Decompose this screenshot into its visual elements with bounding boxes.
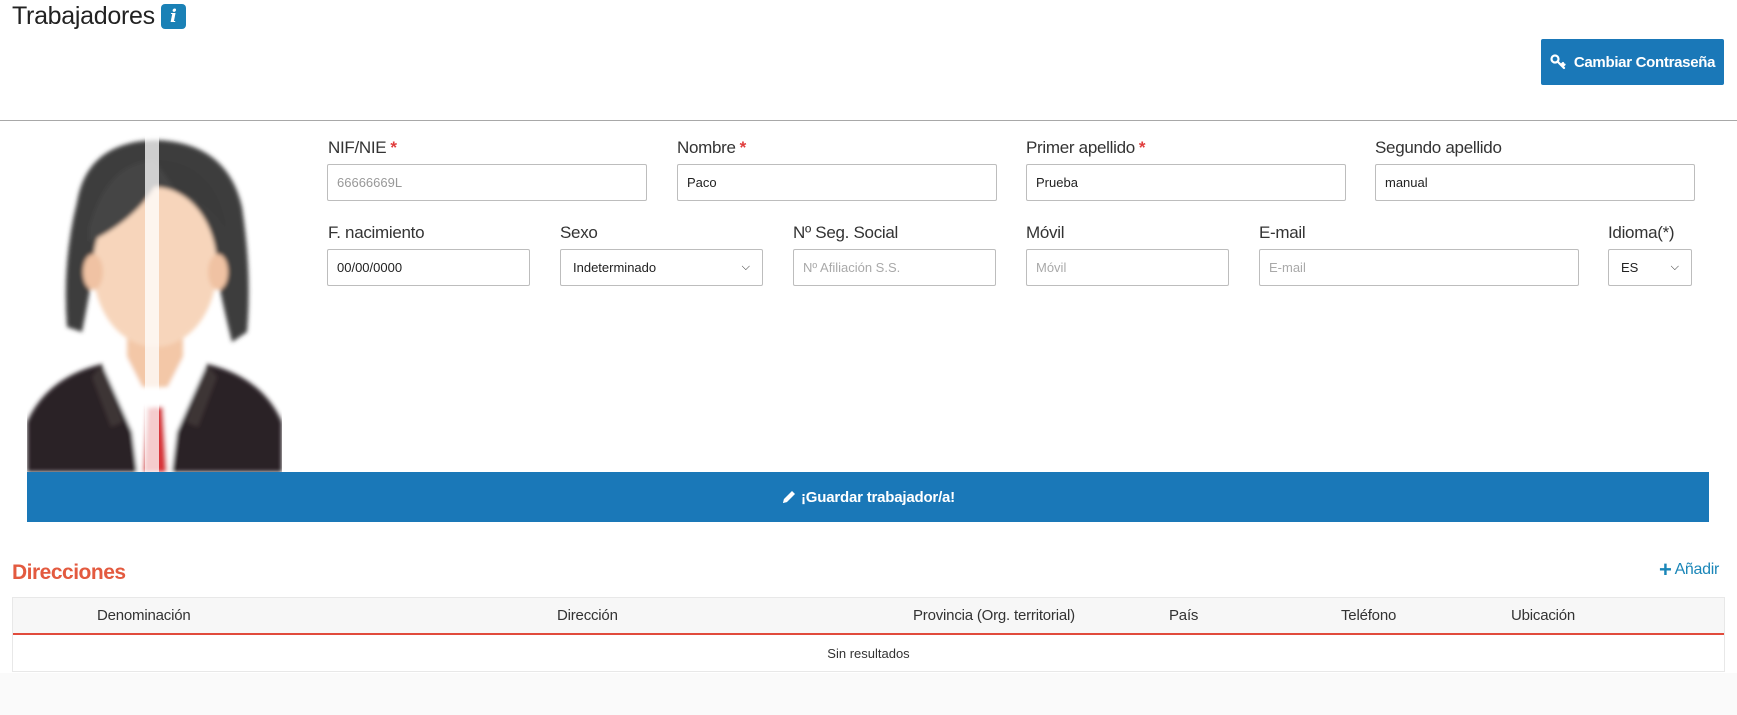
nif-label: NIF/NIE *: [328, 138, 397, 158]
nombre-input[interactable]: [677, 164, 997, 201]
primer-apellido-input[interactable]: [1026, 164, 1346, 201]
direcciones-title: Direcciones: [12, 561, 126, 584]
email-label: E-mail: [1259, 223, 1306, 242]
info-icon[interactable]: i: [160, 4, 186, 29]
chevron-down-icon: ⌵: [741, 261, 750, 273]
seg-social-input[interactable]: [793, 249, 996, 286]
column-header[interactable]: Denominación: [97, 607, 191, 624]
plus-icon: +: [1659, 557, 1672, 582]
column-header[interactable]: Ubicación: [1511, 607, 1575, 624]
movil-label: Móvil: [1026, 223, 1065, 242]
worker-form-page: Trabajadores i Cambiar Contraseña NIF/NI…: [0, 0, 1737, 715]
save-worker-button[interactable]: ¡Guardar trabajador/a!: [27, 472, 1709, 522]
chevron-down-icon: ⌵: [1670, 261, 1679, 273]
add-address-button[interactable]: + Añadir: [1659, 557, 1720, 582]
change-password-button[interactable]: Cambiar Contraseña: [1541, 39, 1724, 85]
column-header[interactable]: Dirección: [557, 607, 618, 624]
column-header[interactable]: País: [1169, 607, 1198, 624]
avatar-image: [27, 132, 282, 472]
sexo-select[interactable]: Indeterminado ⌵: [560, 249, 763, 286]
avatar[interactable]: [27, 132, 282, 472]
key-icon: [1550, 54, 1566, 70]
page-title-text: Trabajadores: [12, 2, 155, 30]
save-worker-label: ¡Guardar trabajador/a!: [801, 488, 955, 506]
idioma-select-value: ES: [1621, 260, 1639, 275]
addresses-table: Denominación Dirección Provincia (Org. t…: [12, 597, 1725, 672]
nif-input[interactable]: [327, 164, 647, 201]
header-divider: [0, 120, 1737, 121]
nif-label-text: NIF/NIE: [328, 138, 387, 157]
idioma-select[interactable]: ES ⌵: [1608, 249, 1692, 286]
nombre-required-mark: *: [739, 138, 747, 157]
email-input[interactable]: [1259, 249, 1579, 286]
segundo-apellido-label-text: Segundo apellido: [1375, 138, 1502, 157]
page-title: Trabajadores i: [12, 2, 186, 31]
nif-required-mark: *: [390, 138, 397, 157]
segundo-apellido-label: Segundo apellido: [1375, 138, 1502, 158]
f-nacimiento-input[interactable]: [327, 249, 530, 286]
seg-social-label: Nº Seg. Social: [793, 223, 899, 242]
primer-apellido-label-text: Primer apellido: [1026, 138, 1135, 157]
idioma-label: Idioma(*): [1608, 223, 1675, 242]
primer-apellido-required-mark: *: [1138, 138, 1146, 157]
primer-apellido-label: Primer apellido *: [1026, 138, 1146, 158]
column-header[interactable]: Provincia (Org. territorial): [913, 607, 1075, 624]
sexo-label: Sexo: [560, 223, 598, 242]
f-nacimiento-label: F. nacimiento: [328, 223, 425, 242]
table-header: Denominación Dirección Provincia (Org. t…: [13, 598, 1724, 635]
empty-results: Sin resultados: [13, 635, 1724, 671]
nombre-label-text: Nombre: [677, 138, 736, 157]
add-address-label: Añadir: [1674, 561, 1720, 578]
column-header[interactable]: Teléfono: [1341, 607, 1396, 624]
pencil-icon: [783, 491, 795, 503]
sexo-select-value: Indeterminado: [573, 260, 657, 275]
movil-input[interactable]: [1026, 249, 1229, 286]
nombre-label: Nombre *: [677, 138, 746, 158]
change-password-label: Cambiar Contraseña: [1573, 53, 1716, 71]
page-footer-area: [0, 673, 1737, 715]
segundo-apellido-input[interactable]: [1375, 164, 1695, 201]
